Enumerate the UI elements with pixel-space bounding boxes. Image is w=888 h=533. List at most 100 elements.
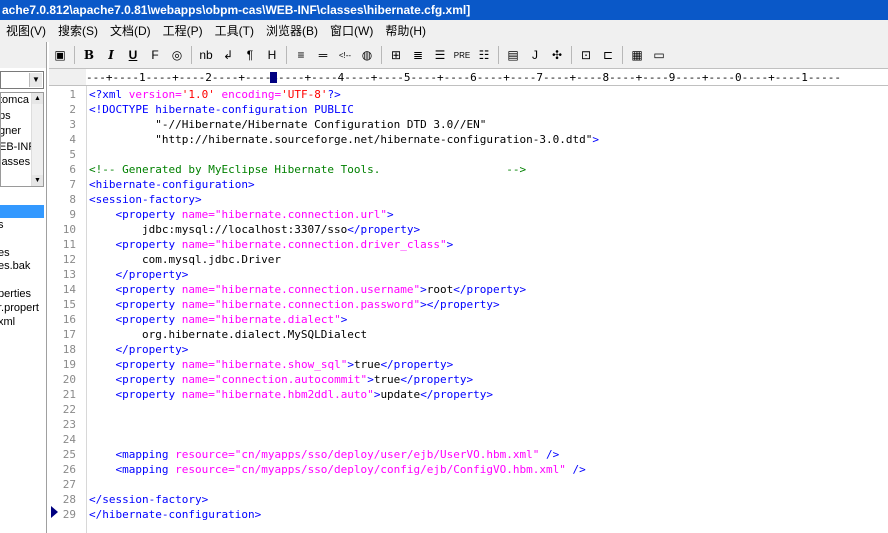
file-list[interactable]: s eses.bak pertiesr.propertxml <box>0 218 46 329</box>
file-list-item[interactable]: perties <box>0 287 46 301</box>
underline-button[interactable]: U <box>122 44 144 66</box>
file-list-item[interactable]: es.bak <box>0 259 46 273</box>
j-button[interactable]: J <box>524 44 546 66</box>
toolbar-separator <box>622 46 623 64</box>
drive-select[interactable]: ▼ <box>0 71 44 89</box>
code-line[interactable]: <mapping resource="cn/myapps/sso/deploy/… <box>89 462 586 477</box>
code-token-str: "-//Hibernate/Hibernate Configuration DT… <box>89 118 487 131</box>
nbsp-button[interactable]: nb <box>195 44 217 66</box>
ruler-cursor-marker <box>270 72 277 83</box>
code-line[interactable]: <mapping resource="cn/myapps/sso/deploy/… <box>89 447 560 462</box>
linebreak-button[interactable]: ↲ <box>217 44 239 66</box>
paragraph-button[interactable]: ¶ <box>239 44 261 66</box>
code-token-attr: name= <box>181 373 215 386</box>
line-number: 9 <box>69 208 76 221</box>
plugin-icon[interactable]: ✣ <box>546 44 568 66</box>
menu-item[interactable]: 帮助(H) <box>379 20 432 42</box>
hr-icon[interactable]: ═ <box>312 44 334 66</box>
list-icon[interactable]: ☷ <box>473 44 495 66</box>
file-list-item[interactable]: es <box>0 246 46 260</box>
code-line[interactable]: <property name="hibernate.connection.url… <box>89 207 394 222</box>
menu-item[interactable]: 搜索(S) <box>52 20 104 42</box>
line-number: 6 <box>69 163 76 176</box>
heading-button[interactable]: H <box>261 44 283 66</box>
code-line[interactable]: <property name="hibernate.dialect"> <box>89 312 348 327</box>
code-token-val: "hibernate.dialect" <box>214 313 341 326</box>
file-list-item[interactable]: r.propert <box>0 301 46 315</box>
code-token-attr: encoding= <box>214 88 282 101</box>
code-editor[interactable]: <?xml version='1.0' encoding='UTF-8'?> <!… <box>86 86 888 533</box>
line-number: 15 <box>62 298 76 311</box>
code-line[interactable]: <property name="connection.autocommit">t… <box>89 372 474 387</box>
code-token-txt: org.hibernate.dialect.MySQLDialect <box>89 328 368 341</box>
justify-icon[interactable]: ☰ <box>429 44 451 66</box>
code-token-val: "connection.autocommit" <box>214 373 368 386</box>
file-list-item[interactable] <box>0 232 46 246</box>
folder-tree-scrollbar[interactable]: ▲ ▼ <box>31 93 43 186</box>
menu-item[interactable]: 文档(D) <box>104 20 157 42</box>
page-icon[interactable]: ▣ <box>49 44 71 66</box>
code-token-tag: /> <box>565 463 586 476</box>
code-line[interactable]: </property> <box>89 342 189 357</box>
menu-item[interactable]: 工程(P) <box>157 20 209 42</box>
color-grid-icon[interactable]: ▦ <box>626 44 648 66</box>
code-line[interactable]: </property> <box>89 267 189 282</box>
code-line[interactable]: "-//Hibernate/Hibernate Configuration DT… <box>89 117 486 132</box>
menu-item[interactable]: 视图(V) <box>0 20 52 42</box>
code-line[interactable]: jdbc:mysql://localhost:3307/sso</propert… <box>89 222 420 237</box>
code-token-tag: <property <box>115 313 182 326</box>
code-line[interactable]: </session-factory> <box>89 492 208 507</box>
file-list-item[interactable] <box>0 273 46 287</box>
chevron-down-icon[interactable]: ▼ <box>29 73 42 87</box>
file-list-item[interactable]: s <box>0 218 46 232</box>
code-line[interactable]: <session-factory> <box>89 192 202 207</box>
code-line[interactable]: <?xml version='1.0' encoding='UTF-8'?> <box>89 87 341 102</box>
code-token-attr: version= <box>128 88 182 101</box>
folder-tree[interactable]: tomca ps gner EB-INF lasses ▲ ▼ <box>0 92 44 187</box>
code-line[interactable]: <property name="hibernate.connection.use… <box>89 282 527 297</box>
align-left-icon[interactable]: ≡ <box>290 44 312 66</box>
code-line[interactable]: <!-- Generated by MyEclipse Hibernate To… <box>89 162 526 177</box>
image-icon[interactable]: ◍ <box>356 44 378 66</box>
code-token-tag: </hibernate-configuration> <box>89 508 262 521</box>
menu-item[interactable]: 窗口(W) <box>324 20 379 42</box>
file-list-selection[interactable] <box>0 205 44 218</box>
color-icon[interactable]: ◎ <box>166 44 188 66</box>
center-icon[interactable]: ≣ <box>407 44 429 66</box>
clip-icon[interactable]: ⊏ <box>597 44 619 66</box>
script-icon[interactable]: ▤ <box>502 44 524 66</box>
code-token-val: "hibernate.connection.password" <box>214 298 421 311</box>
code-token-txt: true <box>373 373 401 386</box>
code-line[interactable]: <property name="hibernate.connection.pas… <box>89 297 500 312</box>
comment-icon[interactable]: <!-- <box>334 44 356 66</box>
code-token-tag: </property> <box>115 343 189 356</box>
file-panel-header <box>0 42 46 68</box>
code-line[interactable]: <hibernate-configuration> <box>89 177 255 192</box>
code-line[interactable]: com.mysql.jdbc.Driver <box>89 252 281 267</box>
scroll-down-icon[interactable]: ▼ <box>32 175 43 186</box>
font-button[interactable]: F <box>144 44 166 66</box>
menu-item[interactable]: 工具(T) <box>209 20 260 42</box>
toolbar-separator <box>191 46 192 64</box>
line-number: 5 <box>69 148 76 161</box>
pre-button[interactable]: PRE <box>451 44 473 66</box>
code-token-val: "hibernate.connection.driver_class" <box>214 238 447 251</box>
code-line[interactable]: <property name="hibernate.show_sql">true… <box>89 357 454 372</box>
snippet-icon[interactable]: ⊡ <box>575 44 597 66</box>
code-line[interactable]: "http://hibernate.sourceforge.net/hibern… <box>89 132 599 147</box>
code-token-tag: <property <box>115 283 182 296</box>
code-line[interactable]: org.hibernate.dialect.MySQLDialect <box>89 327 367 342</box>
file-list-item[interactable]: xml <box>0 315 46 329</box>
code-line[interactable]: </hibernate-configuration> <box>89 507 261 522</box>
code-line[interactable]: <property name="hibernate.hbm2ddl.auto">… <box>89 387 494 402</box>
table-icon[interactable]: ⊞ <box>385 44 407 66</box>
code-token-val: "hibernate.connection.username" <box>214 283 421 296</box>
code-line[interactable]: <!DOCTYPE hibernate-configuration PUBLIC <box>89 102 354 117</box>
bold-button[interactable]: B <box>78 44 100 66</box>
italic-button[interactable]: I <box>100 44 122 66</box>
menu-item[interactable]: 浏览器(B) <box>260 20 324 42</box>
scroll-up-icon[interactable]: ▲ <box>32 93 43 104</box>
window-icon[interactable]: ▭ <box>648 44 670 66</box>
code-line[interactable]: <property name="hibernate.connection.dri… <box>89 237 454 252</box>
